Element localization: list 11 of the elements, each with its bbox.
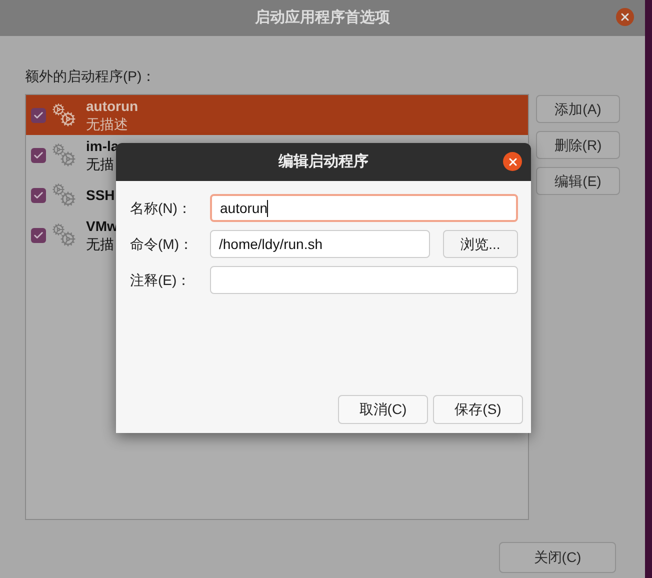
program-description: 无描 — [86, 235, 115, 253]
dialog-title: 编辑启动程序 — [278, 152, 368, 172]
field-label: 名称(N)： — [130, 198, 192, 218]
program-description: 无描述 — [86, 115, 129, 133]
list-label: 额外的启动程序(P)： — [25, 67, 157, 86]
field-label: 注释(E)： — [130, 270, 192, 290]
field-label: 命令(M)： — [130, 234, 194, 254]
program-description: 无描 — [86, 155, 115, 173]
window-title: 启动应用程序首选项 — [255, 8, 390, 28]
program-name: SSH — [86, 186, 115, 204]
program-name: autorun — [86, 97, 138, 115]
